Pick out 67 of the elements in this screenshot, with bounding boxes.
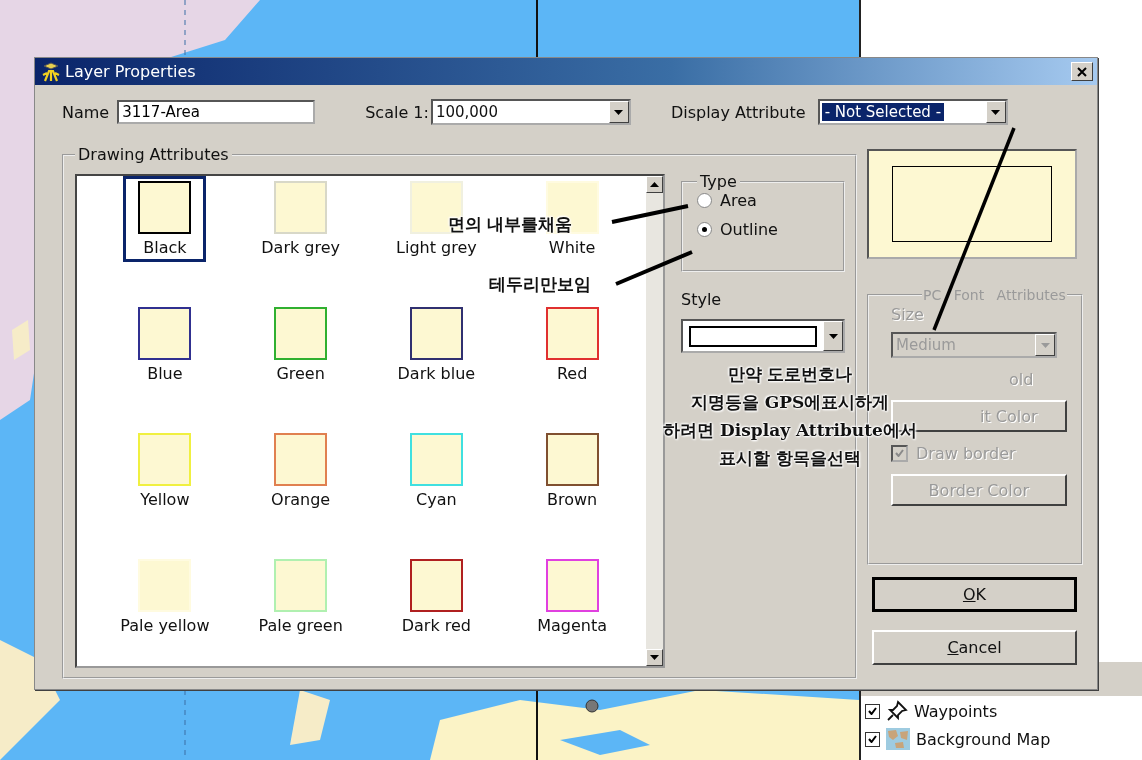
group-title: PC Font Attributes xyxy=(922,287,1067,303)
layer-checkbox[interactable] xyxy=(865,703,880,719)
annotation-text: 면의 내부를채움 xyxy=(447,213,573,236)
display-attribute-dropdown[interactable]: - Not Selected - xyxy=(817,99,1008,125)
check-icon xyxy=(868,735,877,743)
color-label: Light grey xyxy=(396,238,477,257)
color-label: Yellow xyxy=(140,490,190,509)
display-attribute-label: Display Attribute xyxy=(670,102,806,122)
down-arrow-icon xyxy=(650,655,659,660)
style-label: Style xyxy=(681,290,723,309)
dropdown-button[interactable] xyxy=(985,101,1006,123)
color-label: Black xyxy=(143,238,187,257)
group-title: Type xyxy=(699,172,738,191)
color-label: Green xyxy=(276,364,325,383)
size-label: Size xyxy=(891,305,925,324)
down-arrow-icon xyxy=(1040,342,1050,348)
layer-checkbox[interactable] xyxy=(865,731,880,747)
color-label: White xyxy=(548,238,596,257)
close-icon xyxy=(1077,66,1087,77)
draw-border-label: Draw border xyxy=(916,443,1016,463)
layer-name: Waypoints xyxy=(914,701,998,721)
down-arrow-icon xyxy=(991,109,1001,115)
radio-label: Outline xyxy=(720,220,778,239)
color-label: Dark grey xyxy=(261,238,340,257)
annotation-text: 테두리만보임 xyxy=(489,273,591,296)
annotation-text: 지명등을 GPS에표시하게 xyxy=(690,391,890,414)
bold-label: old xyxy=(1009,369,1034,389)
color-label: Brown xyxy=(547,490,598,509)
style-dropdown[interactable] xyxy=(681,319,845,353)
pushpin-icon xyxy=(886,700,908,722)
layer-name: Background Map xyxy=(916,729,1051,749)
close-button[interactable] xyxy=(1071,62,1093,81)
group-title: Drawing Attributes xyxy=(77,145,230,164)
annotation-text: 만약 도로번호나 xyxy=(727,363,853,386)
color-label: Pale green xyxy=(258,616,343,635)
surveyor-icon xyxy=(41,61,61,82)
color-label: Orange xyxy=(271,490,331,509)
color-label: Pale yellow xyxy=(120,616,210,635)
color-label: Blue xyxy=(147,364,183,383)
dropdown-button[interactable] xyxy=(823,321,843,351)
cancel-button[interactable]: Cancel xyxy=(872,630,1077,665)
color-label: Dark red xyxy=(401,616,471,635)
scrollbar[interactable] xyxy=(646,176,663,666)
scale-label: Scale 1: xyxy=(365,102,429,122)
radio-button[interactable] xyxy=(697,193,712,208)
dropdown-button[interactable] xyxy=(608,101,629,123)
color-label: Magenta xyxy=(537,616,608,635)
name-label: Name xyxy=(62,102,110,122)
window-title: Layer Properties xyxy=(65,62,197,81)
selection-frame[interactable]: Black xyxy=(123,176,207,262)
check-icon xyxy=(895,449,904,457)
down-arrow-icon xyxy=(828,333,838,339)
color-label: Cyan xyxy=(416,490,457,509)
map-icon xyxy=(886,728,910,750)
scroll-down-button[interactable] xyxy=(646,649,663,666)
down-arrow-icon xyxy=(614,109,624,115)
scroll-up-button[interactable] xyxy=(646,176,663,193)
check-icon xyxy=(868,707,877,715)
name-field[interactable]: 3117-Area xyxy=(117,100,316,124)
color-label: Red xyxy=(556,364,588,383)
radio-button[interactable] xyxy=(697,222,712,237)
color-label: Dark blue xyxy=(397,364,476,383)
radio-label: Area xyxy=(720,191,757,210)
annotation-text: 표시할 항목을선택 xyxy=(719,447,861,470)
ok-button[interactable]: OK xyxy=(872,577,1077,612)
scale-dropdown[interactable]: 100,000 xyxy=(430,99,631,125)
up-arrow-icon xyxy=(650,182,659,187)
